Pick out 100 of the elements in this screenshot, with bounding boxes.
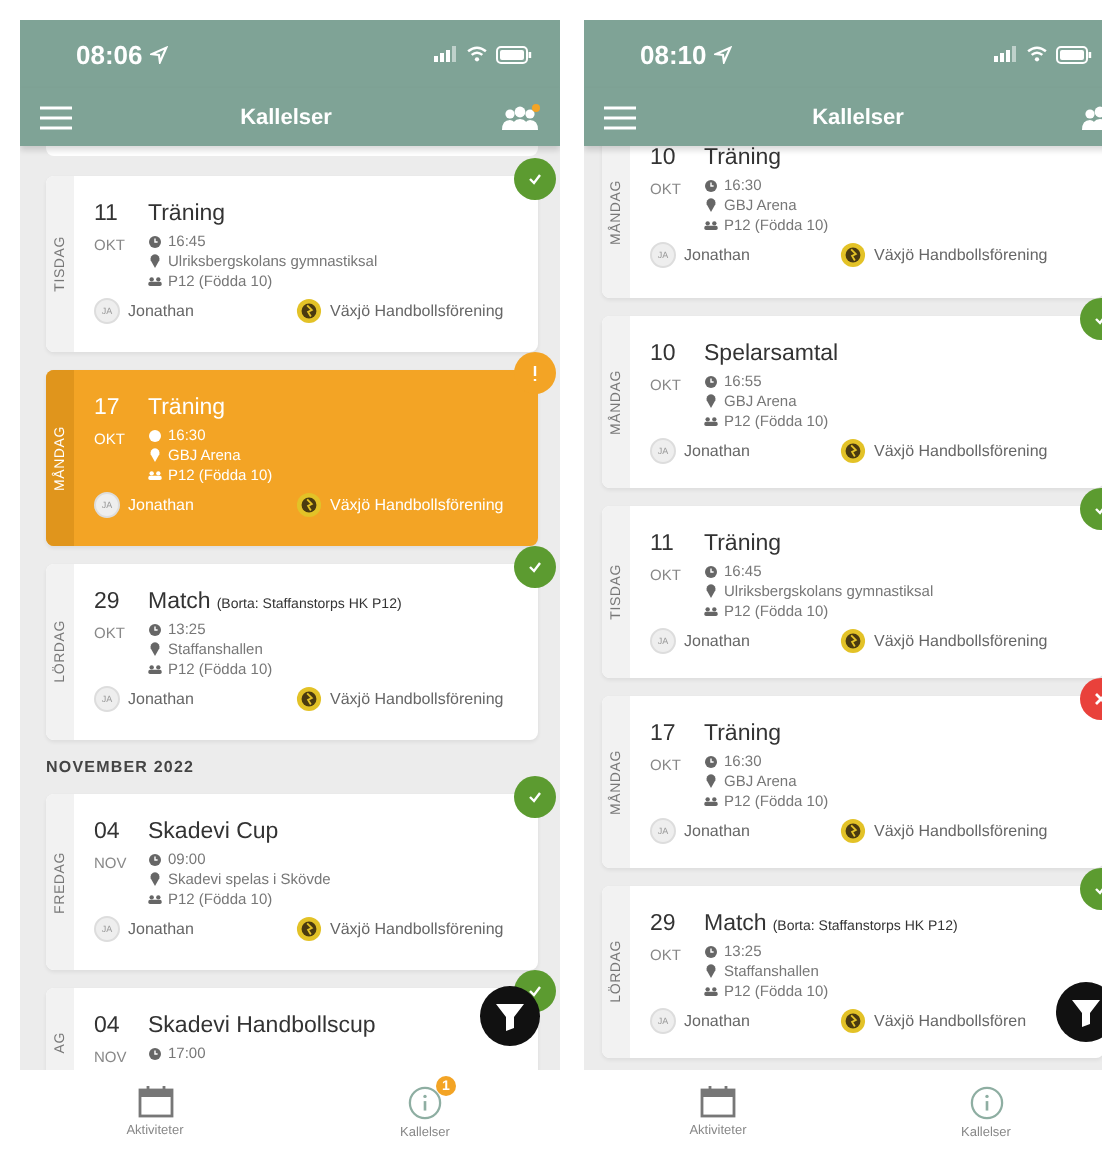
club-logo-icon [296,686,322,712]
group-icon [148,470,162,480]
wifi-icon [466,46,488,62]
clock-icon [704,945,718,957]
location-pin-icon [704,964,718,978]
event-title: Skadevi Cup [148,820,279,844]
group-icon [704,416,718,426]
filter-button[interactable] [480,986,540,1046]
clock-icon [148,853,162,865]
club-name: Växjö Handbollsförening [874,632,1048,650]
clock-icon [148,429,162,441]
person-name: Jonathan [128,302,196,320]
group-icon [704,986,718,996]
info-icon [408,1086,442,1120]
club-name: Växjö Handbollsförening [874,246,1048,264]
location-icon [150,45,169,63]
filter-button[interactable] [1056,982,1102,1042]
day-number: 10 [650,146,678,170]
location-pin-icon [148,448,162,462]
clock-icon [148,623,162,635]
club-logo-icon [840,628,866,654]
people-icon[interactable] [500,103,540,131]
person-name: Jonathan [128,496,196,514]
signal-icon [434,46,458,62]
person-name: Jonathan [684,822,752,840]
location-pin-icon [704,774,718,788]
calendar-icon [137,1086,173,1118]
club-name: Växjö Handbollsfören [874,1012,1027,1030]
person-name: Jonathan [684,442,752,460]
club-logo-icon [840,242,866,268]
group-icon [148,276,162,286]
check-icon [514,776,556,818]
day-number: 04 [94,1014,122,1038]
event-title: Match [704,912,767,936]
day-number: 11 [94,202,120,226]
location-pin-icon [148,872,162,886]
club-logo-icon [296,492,322,518]
club-logo-icon [840,438,866,464]
group-icon [148,894,162,904]
day-number: 10 [650,342,678,366]
club-name: Växjö Handbollsförening [874,442,1048,460]
event-title: Träning [704,146,782,170]
calendar-icon [700,1086,736,1118]
club-name: Växjö Handbollsförening [874,822,1048,840]
menu-icon[interactable] [40,105,72,129]
screen-title: Kallelser [810,105,906,129]
day-number: 17 [650,722,678,746]
location-icon [714,45,733,63]
event-title: Spelarsamtal [704,342,839,366]
location-pin-icon [148,642,162,656]
info-icon [969,1086,1003,1120]
menu-icon[interactable] [604,105,636,129]
day-number: 29 [650,912,678,936]
person-name: Jonathan [128,690,196,708]
person-name: Jonathan [684,1012,752,1030]
event-title: Match [148,590,211,614]
club-name: Växjö Handbollsförening [330,496,504,514]
day-number: 11 [650,532,676,556]
group-icon [148,664,162,674]
check-icon [514,158,556,200]
club-logo-icon [840,1008,866,1034]
club-logo-icon [840,818,866,844]
battery-icon [1056,45,1092,63]
check-icon [514,546,556,588]
person-name: Jonathan [684,246,752,264]
clock-icon [704,375,718,387]
event-title: Träning [148,202,226,226]
location-pin-icon [704,198,718,212]
screen-title: Kallelser [238,105,334,129]
club-logo-icon [296,298,322,324]
clock-icon [704,565,718,577]
clock-icon [148,1047,162,1059]
section-header: NOVEMBER 2022 [46,758,197,776]
clock-icon [704,755,718,767]
location-pin-icon [704,584,718,598]
club-logo-icon [296,916,322,942]
group-icon [704,220,718,230]
location-pin-icon [704,394,718,408]
event-title: Träning [148,396,226,420]
location-pin-icon [148,254,162,268]
alert-icon [514,352,556,394]
clock-icon [704,179,718,191]
person-name: Jonathan [128,920,196,938]
day-number: 17 [94,396,122,420]
event-title: Träning [704,532,782,556]
group-icon [704,606,718,616]
wifi-icon [1026,46,1048,62]
status-time: 08:10 [640,39,707,69]
club-name: Växjö Handbollsförening [330,690,504,708]
status-time: 08:06 [76,39,143,69]
club-name: Växjö Handbollsförening [330,302,504,320]
signal-icon [994,46,1018,62]
event-title: Träning [704,722,782,746]
event-title: Skadevi Handbollscup [148,1014,376,1038]
club-name: Växjö Handbollsförening [330,920,504,938]
day-number: 04 [94,820,122,844]
clock-icon [148,235,162,247]
group-icon [704,796,718,806]
day-number: 29 [94,590,122,614]
battery-icon [496,45,532,63]
